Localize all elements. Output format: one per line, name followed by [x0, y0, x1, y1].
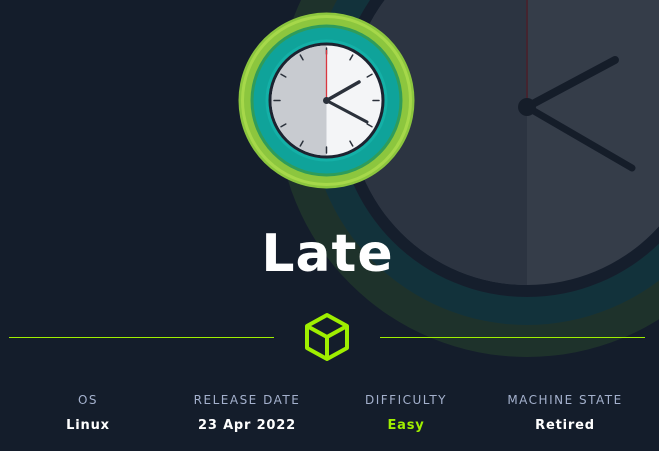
- info-value: Linux: [66, 418, 110, 433]
- cube-icon: [305, 313, 349, 361]
- info-label: DIFFICULTY: [365, 393, 447, 407]
- divider-line-left: [9, 337, 274, 338]
- info-difficulty: DIFFICULTY Easy: [331, 392, 481, 434]
- info-label: MACHINE STATE: [507, 393, 623, 407]
- info-machine-state: MACHINE STATE Retired: [490, 392, 640, 434]
- machine-title: Late: [261, 224, 394, 284]
- info-label: OS: [77, 393, 99, 407]
- info-release-date: RELEASE DATE 23 Apr 2022: [172, 392, 322, 434]
- info-value: Retired: [535, 418, 595, 433]
- info-value: 23 Apr 2022: [198, 418, 296, 433]
- difficulty-badge: Easy: [387, 418, 425, 433]
- divider-line-right: [380, 337, 645, 338]
- clock-icon: [238, 12, 415, 189]
- info-os: OS Linux: [13, 392, 163, 434]
- info-label: RELEASE DATE: [193, 393, 301, 407]
